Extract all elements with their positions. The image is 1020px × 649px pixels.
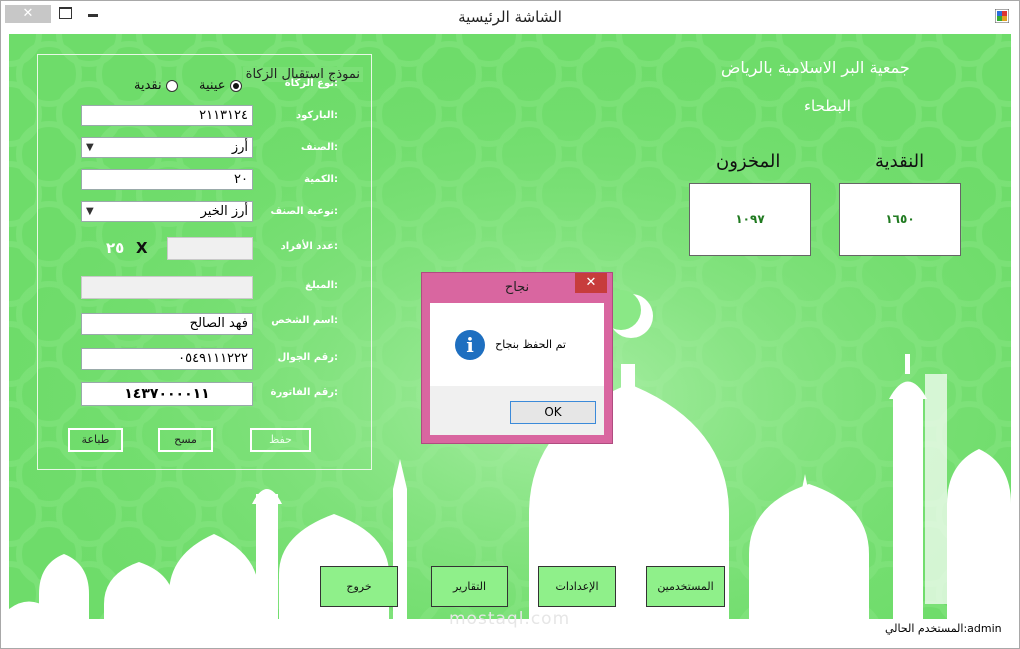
quantity-field[interactable]: ٢٠	[81, 169, 253, 190]
quantity-label: الكمية:	[304, 174, 338, 185]
chevron-down-icon[interactable]: ▼	[86, 202, 94, 221]
cash-value: ١٦٥٠	[885, 212, 915, 226]
stock-value: ١٠٩٧	[735, 212, 765, 226]
invoice-field[interactable]: ١٤٣٧٠٠٠٠١١	[81, 382, 253, 406]
invoice-label: رقم الفاتورة:	[270, 387, 338, 398]
members-field[interactable]	[167, 237, 253, 260]
category-type-select-value: أرز الخير	[200, 204, 248, 219]
mobile-field[interactable]: ٠٥٤٩١١١٢٢٢	[81, 348, 253, 370]
print-button[interactable]: طباعة	[68, 428, 123, 452]
amount-label: المبلغ:	[305, 280, 338, 291]
app-icon	[995, 9, 1009, 23]
radio-cash-label: نقدية	[134, 78, 162, 93]
mobile-label: رقم الجوال:	[277, 352, 338, 363]
members-factor: ٢٥	[106, 239, 125, 257]
members-label: عدد الأفراد:	[280, 241, 338, 252]
person-name-label: اسم الشخص:	[271, 315, 338, 326]
category-type-select[interactable]: ▼ أرز الخير	[81, 201, 253, 222]
current-user-status: المستخدم الحالي:admin	[885, 622, 1002, 635]
chevron-down-icon[interactable]: ▼	[86, 138, 94, 157]
radio-cash[interactable]: نقدية	[134, 78, 178, 93]
zakat-type-label: نوع الزكاة:	[284, 78, 338, 89]
barcode-label: الباركود:	[296, 110, 338, 121]
reports-button[interactable]: التقارير	[431, 566, 508, 607]
dialog-footer: OK	[430, 386, 604, 435]
ok-button[interactable]: OK	[510, 401, 596, 424]
info-icon: i	[455, 330, 485, 360]
close-icon: ✕	[585, 275, 597, 290]
watermark: mostaql.com	[449, 609, 571, 629]
cash-label: النقدية	[875, 151, 925, 172]
dialog-message: تم الحفظ بنجاح	[495, 338, 566, 351]
success-dialog: نجاح ✕ i تم الحفظ بنجاح OK	[421, 272, 613, 444]
radio-in-kind-dot[interactable]	[229, 79, 242, 92]
dialog-close-button[interactable]: ✕	[575, 273, 607, 293]
radio-in-kind-label: عينية	[199, 78, 226, 93]
exit-button[interactable]: خروج	[320, 566, 398, 607]
main-window: ✕ الشاشة الرئيسية نموذج استقبال الزكاة ن…	[0, 0, 1020, 649]
category-label: الصنف:	[300, 142, 338, 153]
stock-label: المخزون	[716, 151, 781, 172]
cash-value-box: ١٦٥٠	[839, 183, 961, 256]
multiply-sign: X	[136, 239, 148, 257]
category-select-value: أرز	[231, 140, 248, 155]
amount-field[interactable]	[81, 276, 253, 299]
branch-name: البطحاء	[804, 97, 851, 115]
dialog-body: i تم الحفظ بنجاح	[430, 303, 604, 386]
radio-in-kind[interactable]: عينية	[199, 78, 242, 93]
clear-button[interactable]: مسح	[158, 428, 213, 452]
barcode-field[interactable]: ٢١١٣١٢٤	[81, 105, 253, 126]
person-name-field[interactable]: فهد الصالح	[81, 313, 253, 335]
users-button[interactable]: المستخدمين	[646, 566, 725, 607]
window-title: الشاشة الرئيسية	[458, 8, 562, 26]
title-bar: ✕ الشاشة الرئيسية	[1, 1, 1019, 33]
category-type-label: نوعية الصنف:	[270, 206, 338, 217]
org-name: جمعية البر الاسلامية بالرياض	[721, 58, 910, 77]
save-button[interactable]: حفظ	[250, 428, 311, 452]
radio-cash-dot[interactable]	[165, 79, 178, 92]
category-select[interactable]: ▼ أرز	[81, 137, 253, 158]
stock-value-box: ١٠٩٧	[689, 183, 811, 256]
settings-button[interactable]: الإعدادات	[538, 566, 616, 607]
